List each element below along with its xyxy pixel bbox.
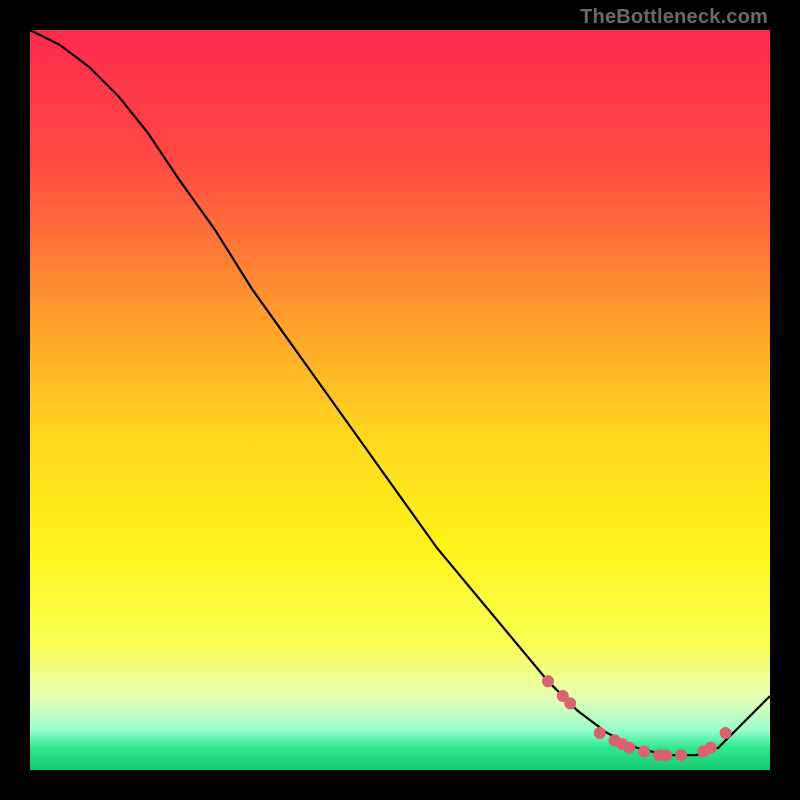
bottleneck-curve: [30, 30, 770, 770]
plot-area: [30, 30, 770, 770]
marker-dot: [660, 749, 672, 761]
marker-dot: [675, 749, 687, 761]
marker-dot: [720, 727, 732, 739]
marker-dot: [705, 742, 717, 754]
marker-dot: [542, 675, 554, 687]
watermark-text: TheBottleneck.com: [580, 6, 768, 29]
marker-dot: [638, 746, 650, 758]
chart-frame: TheBottleneck.com: [0, 0, 800, 800]
marker-dot: [623, 742, 635, 754]
marker-dot: [594, 727, 606, 739]
marker-dot: [564, 697, 576, 709]
curve-path: [30, 30, 770, 755]
